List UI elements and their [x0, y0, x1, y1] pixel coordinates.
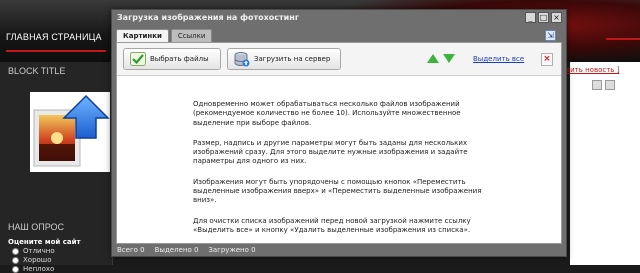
- checkmark-icon: [130, 52, 146, 66]
- radio-button[interactable]: [12, 247, 19, 255]
- help-text: Одновременно может обрабатываться нескол…: [193, 100, 493, 246]
- tab-links[interactable]: Ссылки: [170, 29, 213, 43]
- move-down-icon[interactable]: [443, 54, 455, 63]
- help-paragraph: Изображения могут быть упорядочены с пом…: [193, 177, 482, 205]
- toolbar: Выбрать файлы Загрузить на сервер Выдели…: [117, 43, 561, 76]
- poll-question: Оцените мой сайт: [8, 238, 81, 246]
- dialog-title: Загрузка изображения на фотохостинг: [117, 13, 299, 22]
- select-files-button[interactable]: Выбрать файлы: [123, 48, 221, 70]
- content-icons: [592, 80, 615, 90]
- server-upload-icon: [234, 52, 250, 67]
- close-button[interactable]: ×: [551, 12, 562, 23]
- poll-title: НАШ ОПРОС: [8, 222, 65, 232]
- upload-dialog: Загрузка изображения на фотохостинг _ □ …: [111, 9, 567, 257]
- help-paragraph: Одновременно может обрабатываться нескол…: [193, 100, 461, 127]
- help-paragraph: Для очистки списка изображений перед нов…: [193, 216, 471, 234]
- status-uploaded: Загружено 0: [208, 246, 256, 254]
- poll-option-label: Отлично: [23, 247, 55, 255]
- dialog-tabs: Картинки Ссылки: [116, 29, 213, 43]
- nav-accent-line: [606, 38, 640, 40]
- block-title: BLOCK TITLE: [8, 66, 66, 76]
- poll-option-label: Неплохо: [23, 265, 55, 273]
- maximize-button[interactable]: □: [538, 12, 549, 23]
- images-panel: Выбрать файлы Загрузить на сервер Выдели…: [116, 42, 562, 244]
- poll-option[interactable]: Хорошо: [12, 256, 52, 264]
- status-bar: Всего 0 Выделено 0 Загружено 0: [117, 246, 256, 254]
- poll-option[interactable]: Отлично: [12, 247, 55, 255]
- move-up-icon[interactable]: [427, 54, 439, 63]
- main-content: [570, 62, 640, 265]
- radio-button[interactable]: [12, 256, 19, 264]
- delete-icon[interactable]: ×: [541, 53, 553, 66]
- status-selected: Выделено 0: [154, 246, 199, 254]
- select-files-label: Выбрать файлы: [150, 55, 209, 63]
- radio-button[interactable]: [12, 265, 19, 273]
- expand-icon[interactable]: ⇲: [545, 30, 556, 41]
- select-all-link[interactable]: Выделить все: [473, 55, 524, 63]
- add-news-link[interactable]: вить новость ]: [566, 66, 619, 74]
- eye-icon[interactable]: [592, 80, 602, 90]
- nav-home-link[interactable]: ГЛАВНАЯ СТРАНИЦА: [6, 28, 106, 52]
- poll-option-label: Хорошо: [23, 256, 52, 264]
- tab-images[interactable]: Картинки: [116, 29, 169, 43]
- photo-upload-icon: [33, 94, 110, 167]
- minimize-button[interactable]: _: [525, 12, 536, 23]
- window-controls: _ □ ×: [525, 12, 562, 23]
- status-total: Всего 0: [117, 246, 145, 254]
- upload-photo-image: [30, 92, 110, 172]
- edit-icon[interactable]: [605, 80, 615, 90]
- poll-option[interactable]: Неплохо: [12, 265, 54, 273]
- help-paragraph: Размер, надпись и другие параметры могут…: [193, 138, 468, 166]
- upload-to-server-button[interactable]: Загрузить на сервер: [227, 48, 341, 70]
- upload-label: Загрузить на сервер: [254, 55, 331, 63]
